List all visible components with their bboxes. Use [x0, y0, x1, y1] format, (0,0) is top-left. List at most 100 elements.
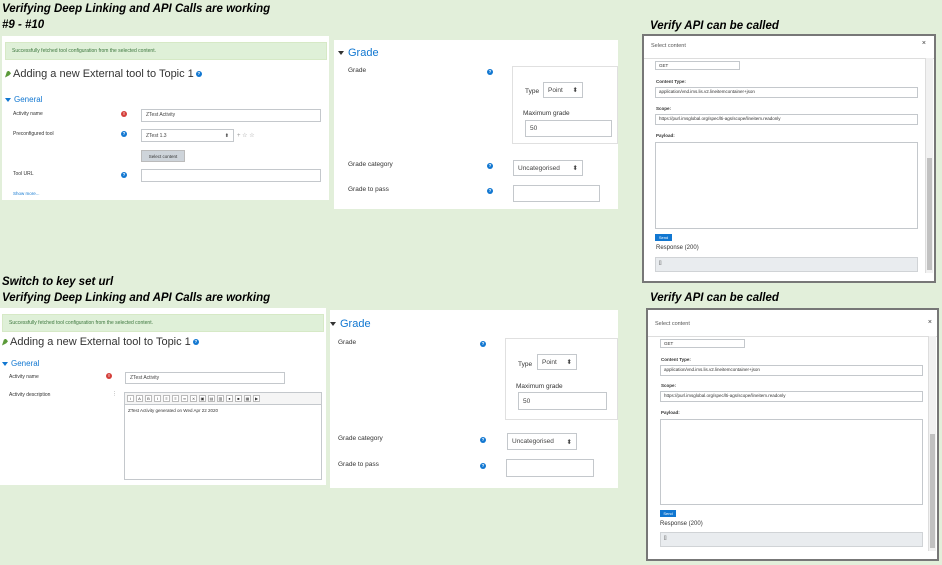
success-alert: Successfully fetched tool configuration … — [5, 42, 327, 60]
unlink-icon[interactable]: ⨯ — [190, 395, 197, 402]
max-grade-label: Maximum grade — [516, 383, 563, 390]
preconfigured-tool-select[interactable]: ZTest 1.3 ⬍ — [141, 129, 234, 142]
expand-toolbar-icon[interactable]: i — [127, 395, 134, 402]
help-icon[interactable]: ? — [121, 131, 127, 137]
manage-files-icon[interactable]: ▦ — [244, 395, 251, 402]
response-label: Response (200) — [656, 245, 699, 251]
type-label: Type — [525, 88, 540, 95]
preconfigured-tool-value: ZTest 1.3 — [146, 132, 167, 139]
max-grade-label: Maximum grade — [523, 110, 570, 117]
select-arrow-icon: ⬍ — [566, 438, 572, 446]
modal-scrollbar[interactable] — [925, 58, 933, 273]
general-section-header[interactable]: General — [5, 95, 42, 104]
help-icon[interactable]: ? — [480, 341, 486, 347]
required-icon: ! — [106, 373, 112, 379]
top-grade-panel: Grade Grade ? Type Point ⬍ Maximum grade… — [334, 40, 618, 209]
scope-input[interactable]: https://purl.imsglobal.org/spec/lti-ags/… — [655, 114, 918, 125]
method-input[interactable]: GET — [660, 339, 745, 348]
chevron-down-icon — [338, 51, 344, 55]
grade-category-value: Uncategorised — [512, 438, 554, 445]
select-arrow-icon: ⬍ — [572, 87, 578, 94]
help-icon[interactable]: ? — [192, 339, 199, 345]
grade-section-label: Grade — [340, 318, 371, 330]
help-icon[interactable]: ? — [480, 437, 486, 443]
bottom-select-content-modal: Select content × GET Content Type: appli… — [646, 308, 939, 561]
content-type-input[interactable]: application/vnd.ims.lis.v2.lineitemconta… — [660, 365, 923, 376]
method-input[interactable]: GET — [655, 61, 740, 70]
grade-section-header[interactable]: Grade — [330, 318, 371, 330]
max-grade-input[interactable]: 50 — [518, 392, 607, 410]
activity-name-label: Activity name — [9, 374, 39, 380]
top-verify-heading: Verify API can be called — [650, 20, 779, 32]
content-type-label: Content Type: — [661, 357, 691, 362]
help-icon[interactable]: ? — [487, 69, 493, 75]
content-type-label: Content Type: — [656, 79, 686, 84]
help-icon[interactable]: ? — [195, 71, 202, 77]
response-label: Response (200) — [660, 521, 703, 527]
grade-to-pass-input[interactable] — [513, 185, 600, 202]
image-icon[interactable]: ▣ — [199, 395, 206, 402]
modal-scrollbar[interactable] — [928, 336, 936, 551]
link-icon[interactable]: ∞ — [181, 395, 188, 402]
scope-input[interactable]: https://purl.imsglobal.org/spec/lti-ags/… — [660, 391, 923, 402]
grade-label: Grade — [338, 339, 357, 346]
grade-section-header[interactable]: Grade — [338, 47, 379, 59]
payload-textarea[interactable] — [660, 419, 923, 505]
description-editor[interactable]: ZTest Activity generated on Wed Apr 22 2… — [124, 405, 322, 480]
activity-name-input[interactable]: ZTest Activity — [125, 372, 285, 384]
numbered-list-icon[interactable]: ≡ — [172, 395, 179, 402]
grade-category-value: Uncategorised — [518, 164, 560, 172]
font-size-icon[interactable]: A — [136, 395, 143, 402]
grade-category-select[interactable]: Uncategorised ⬍ — [507, 433, 577, 450]
show-more-link[interactable]: Show more... — [13, 191, 40, 196]
help-icon[interactable]: ? — [487, 188, 493, 194]
scrollbar-thumb[interactable] — [930, 434, 935, 548]
grade-type-select[interactable]: Point ⬍ — [537, 354, 577, 370]
page-title: Adding a new External tool to Topic 1 ? — [5, 68, 202, 80]
bullet-list-icon[interactable]: ≡ — [163, 395, 170, 402]
required-icon: ! — [121, 111, 127, 117]
grade-type-value: Point — [548, 86, 563, 94]
grade-type-value: Point — [542, 358, 557, 366]
max-grade-input[interactable]: 50 — [525, 120, 612, 137]
description-help-marker: ⋮ — [112, 391, 117, 397]
content-type-input[interactable]: application/vnd.ims.lis.v2.lineitemconta… — [655, 87, 918, 98]
send-button[interactable]: Send — [660, 510, 676, 517]
record-audio-icon[interactable]: ● — [226, 395, 233, 402]
response-output: [] — [655, 257, 918, 272]
file-icon[interactable]: ▥ — [217, 395, 224, 402]
media-icon[interactable]: ▤ — [208, 395, 215, 402]
general-section-label: General — [14, 95, 43, 104]
grade-to-pass-label: Grade to pass — [338, 461, 379, 468]
help-icon[interactable]: ? — [480, 463, 486, 469]
tool-url-input[interactable] — [141, 169, 321, 182]
activity-name-input[interactable]: ZTest Activity — [141, 109, 321, 122]
payload-label: Payload: — [656, 133, 675, 138]
send-button[interactable]: Send — [655, 234, 672, 241]
record-video-icon[interactable]: ■ — [235, 395, 242, 402]
select-content-button[interactable]: Select content — [141, 150, 185, 162]
page-title: Adding a new External tool to Topic 1 ? — [2, 336, 199, 348]
help-icon[interactable]: ? — [487, 163, 493, 169]
bottom-form-panel: Successfully fetched tool configuration … — [0, 308, 326, 485]
top-select-content-modal: Select content × GET Content Type: appli… — [642, 34, 936, 283]
switch-heading: Switch to key set url — [2, 276, 114, 288]
close-icon[interactable]: × — [922, 40, 926, 47]
grade-type-select[interactable]: Point ⬍ — [543, 82, 583, 98]
help-icon[interactable]: ? — [121, 172, 127, 178]
bold-icon[interactable]: B — [145, 395, 152, 402]
h5p-icon[interactable]: ▶ — [253, 395, 260, 402]
activity-description-label: Activity description — [9, 392, 51, 398]
grade-category-select[interactable]: Uncategorised ⬍ — [513, 160, 583, 176]
grade-to-pass-input[interactable] — [506, 459, 594, 477]
italic-icon[interactable]: I — [154, 395, 161, 402]
payload-textarea[interactable] — [655, 142, 918, 229]
bottom-verify-heading: Verify API can be called — [650, 292, 779, 304]
close-icon[interactable]: × — [928, 319, 932, 326]
tool-actions-icons[interactable]: + ☆ ☆ — [237, 132, 255, 139]
type-label: Type — [518, 361, 533, 368]
chevron-down-icon — [330, 322, 336, 326]
top-section-subtitle: #9 - #10 — [2, 19, 45, 31]
general-section-header[interactable]: General — [2, 359, 39, 368]
scrollbar-thumb[interactable] — [927, 158, 932, 270]
